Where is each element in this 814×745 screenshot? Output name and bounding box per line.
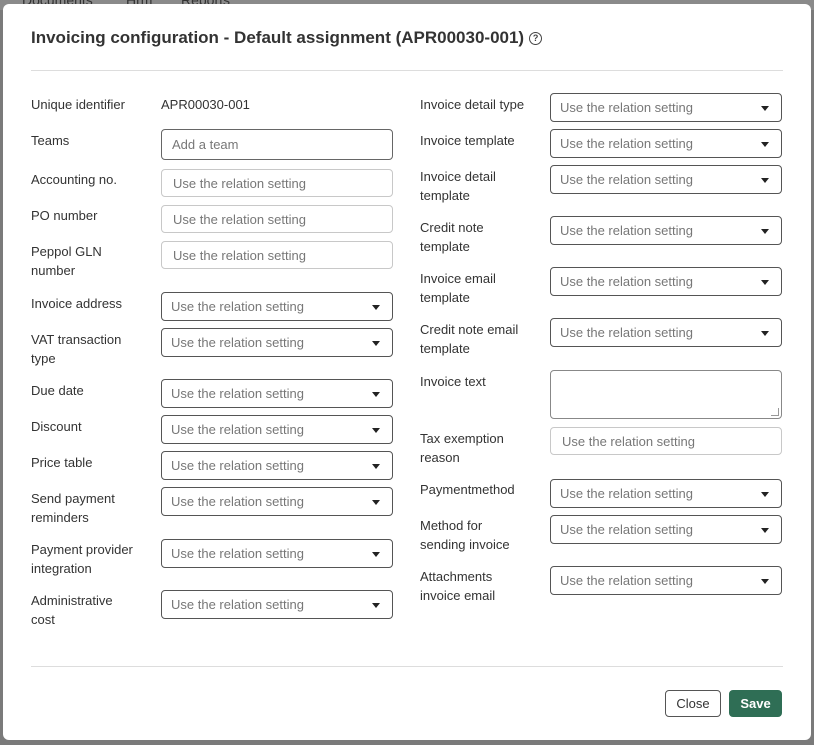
discount-label: Discount xyxy=(31,419,82,434)
credit-note-email-template-select[interactable]: Use the relation setting xyxy=(550,318,782,347)
invoice-email-template-select[interactable]: Use the relation setting xyxy=(550,267,782,296)
paymentmethod-label: Paymentmethod xyxy=(420,482,515,497)
payment-provider-integration-label: Payment provider integration xyxy=(31,542,133,576)
price-table-select[interactable]: Use the relation setting xyxy=(161,451,393,480)
administrative-cost-select[interactable]: Use the relation setting xyxy=(161,590,393,619)
vat-transaction-type-label: VAT transaction type xyxy=(31,332,122,366)
discount-select[interactable]: Use the relation setting xyxy=(161,415,393,444)
chevron-down-icon xyxy=(761,492,769,497)
attachments-invoice-email-label: Attachments invoice email xyxy=(420,569,496,603)
footer-divider xyxy=(31,666,783,667)
chevron-down-icon xyxy=(372,603,380,608)
paymentmethod-select[interactable]: Use the relation setting xyxy=(550,479,782,508)
peppol-gln-input[interactable]: Use the relation setting xyxy=(161,241,393,269)
due-date-select[interactable]: Use the relation setting xyxy=(161,379,393,408)
chevron-down-icon xyxy=(761,229,769,234)
chevron-down-icon xyxy=(372,305,380,310)
invoice-template-label: Invoice template xyxy=(420,133,515,148)
chevron-down-icon xyxy=(372,341,380,346)
teams-input[interactable]: Add a team xyxy=(161,129,393,160)
tax-exemption-reason-input[interactable]: Use the relation setting xyxy=(550,427,782,455)
invoice-template-select[interactable]: Use the relation setting xyxy=(550,129,782,158)
send-payment-reminders-label: Send payment reminders xyxy=(31,491,115,525)
po-number-input[interactable]: Use the relation setting xyxy=(161,205,393,233)
teams-label: Teams xyxy=(31,133,70,148)
chevron-down-icon xyxy=(761,106,769,111)
payment-provider-integration-select[interactable]: Use the relation setting xyxy=(161,539,393,568)
credit-note-template-label: Credit note template xyxy=(420,220,484,254)
peppol-gln-label: Peppol GLN number xyxy=(31,244,102,278)
method-for-sending-invoice-label: Method for sending invoice xyxy=(420,518,510,552)
tax-exemption-reason-label: Tax exemption reason xyxy=(420,431,504,465)
po-number-label: PO number xyxy=(31,208,98,223)
chevron-down-icon xyxy=(761,280,769,285)
chevron-down-icon xyxy=(761,142,769,147)
close-button[interactable]: Close xyxy=(665,690,721,717)
invoice-detail-template-select[interactable]: Use the relation setting xyxy=(550,165,782,194)
invoice-text-textarea[interactable] xyxy=(550,370,782,419)
chevron-down-icon xyxy=(372,552,380,557)
invoice-detail-type-select[interactable]: Use the relation setting xyxy=(550,93,782,122)
due-date-label: Due date xyxy=(31,383,84,398)
chevron-down-icon xyxy=(761,528,769,533)
invoicing-configuration-dialog: Invoicing configuration - Default assign… xyxy=(3,4,811,740)
chevron-down-icon xyxy=(372,500,380,505)
send-payment-reminders-select[interactable]: Use the relation setting xyxy=(161,487,393,516)
dialog-title-row: Invoicing configuration - Default assign… xyxy=(31,28,543,48)
save-button[interactable]: Save xyxy=(729,690,782,717)
resize-handle-icon[interactable] xyxy=(771,408,779,416)
question-circle-icon[interactable]: ? xyxy=(529,31,543,45)
administrative-cost-label: Administrative cost xyxy=(31,593,113,627)
invoice-address-select[interactable]: Use the relation setting xyxy=(161,292,393,321)
chevron-down-icon xyxy=(372,392,380,397)
header-divider xyxy=(31,70,783,71)
price-table-label: Price table xyxy=(31,455,93,470)
unique-identifier-label: Unique identifier xyxy=(31,97,125,112)
chevron-down-icon xyxy=(372,464,380,469)
accounting-no-label: Accounting no. xyxy=(31,172,118,187)
credit-note-email-template-label: Credit note email template xyxy=(420,322,519,356)
chevron-down-icon xyxy=(372,428,380,433)
dialog-title: Invoicing configuration - Default assign… xyxy=(31,28,525,47)
method-for-sending-invoice-select[interactable]: Use the relation setting xyxy=(550,515,782,544)
chevron-down-icon xyxy=(761,579,769,584)
accounting-no-input[interactable]: Use the relation setting xyxy=(161,169,393,197)
invoice-detail-type-label: Invoice detail type xyxy=(420,97,525,112)
invoice-email-template-label: Invoice email template xyxy=(420,271,496,305)
attachments-invoice-email-select[interactable]: Use the relation setting xyxy=(550,566,782,595)
chevron-down-icon xyxy=(761,178,769,183)
invoice-detail-template-label: Invoice detail template xyxy=(420,169,496,203)
vat-transaction-type-select[interactable]: Use the relation setting xyxy=(161,328,393,357)
chevron-down-icon xyxy=(761,331,769,336)
credit-note-template-select[interactable]: Use the relation setting xyxy=(550,216,782,245)
invoice-address-label: Invoice address xyxy=(31,296,123,311)
invoice-text-label: Invoice text xyxy=(420,374,486,389)
unique-identifier-value: APR00030-001 xyxy=(161,97,250,112)
